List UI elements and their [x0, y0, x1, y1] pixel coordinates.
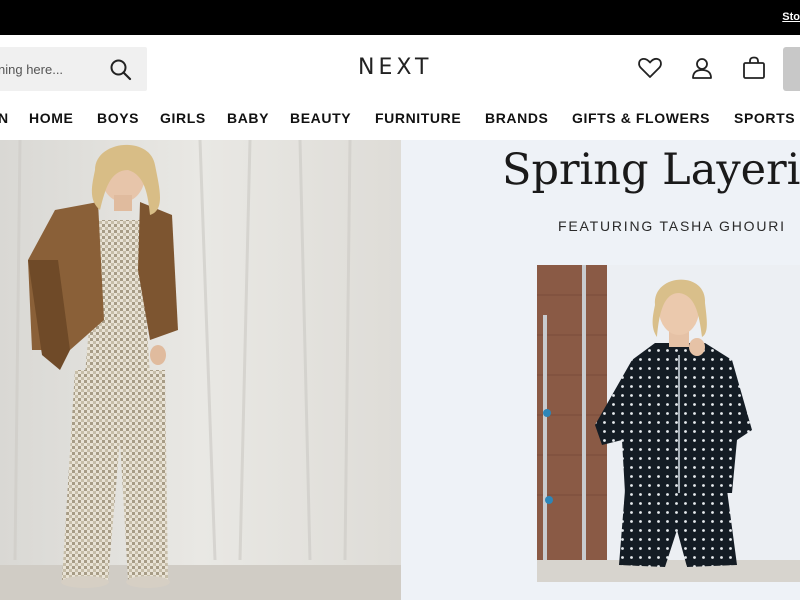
hero-photo-woman-brown-jacket[interactable] — [0, 140, 401, 600]
hero-headline[interactable]: Spring Layering — [502, 145, 800, 195]
hero-photo-woman-polka-dot-set[interactable] — [537, 265, 800, 582]
main-navigation: N HOME BOYS GIRLS BABY BEAUTY FURNITURE … — [0, 107, 800, 131]
nav-item-gifts-flowers[interactable]: GIFTS & FLOWERS — [572, 110, 710, 126]
nav-item-sports[interactable]: SPORTS — [734, 110, 795, 126]
site-header: NEXT N HOME BOYS GIRLS BABY BEAUTY FURNI… — [0, 35, 800, 140]
nav-item-boys[interactable]: BOYS — [97, 110, 139, 126]
hero-subheadline: FEATURING TASHA GHOURI — [558, 218, 786, 234]
store-locator-link[interactable]: Sto — [782, 11, 800, 23]
nav-item-brands[interactable]: BRANDS — [485, 110, 549, 126]
nav-item-beauty[interactable]: BEAUTY — [290, 110, 351, 126]
nav-item-partial[interactable]: N — [0, 110, 9, 126]
cart-button-edge[interactable] — [783, 47, 800, 91]
hero-image-left[interactable] — [0, 140, 401, 600]
search-box[interactable] — [0, 47, 147, 91]
hero-image-right[interactable] — [537, 265, 800, 582]
hero-panel-right[interactable]: Spring Layering FEATURING TASHA GHOURI — [401, 140, 800, 600]
next-logo[interactable]: NEXT — [358, 55, 432, 80]
nav-item-furniture[interactable]: FURNITURE — [375, 110, 461, 126]
bag-icon[interactable] — [741, 55, 767, 81]
top-announcement-bar: Sto — [0, 0, 800, 35]
search-input[interactable] — [0, 47, 90, 91]
nav-item-baby[interactable]: BABY — [227, 110, 269, 126]
search-icon[interactable] — [108, 57, 134, 83]
nav-item-girls[interactable]: GIRLS — [160, 110, 206, 126]
user-icon[interactable] — [689, 55, 715, 81]
heart-icon[interactable] — [637, 55, 663, 81]
nav-item-home[interactable]: HOME — [29, 110, 73, 126]
